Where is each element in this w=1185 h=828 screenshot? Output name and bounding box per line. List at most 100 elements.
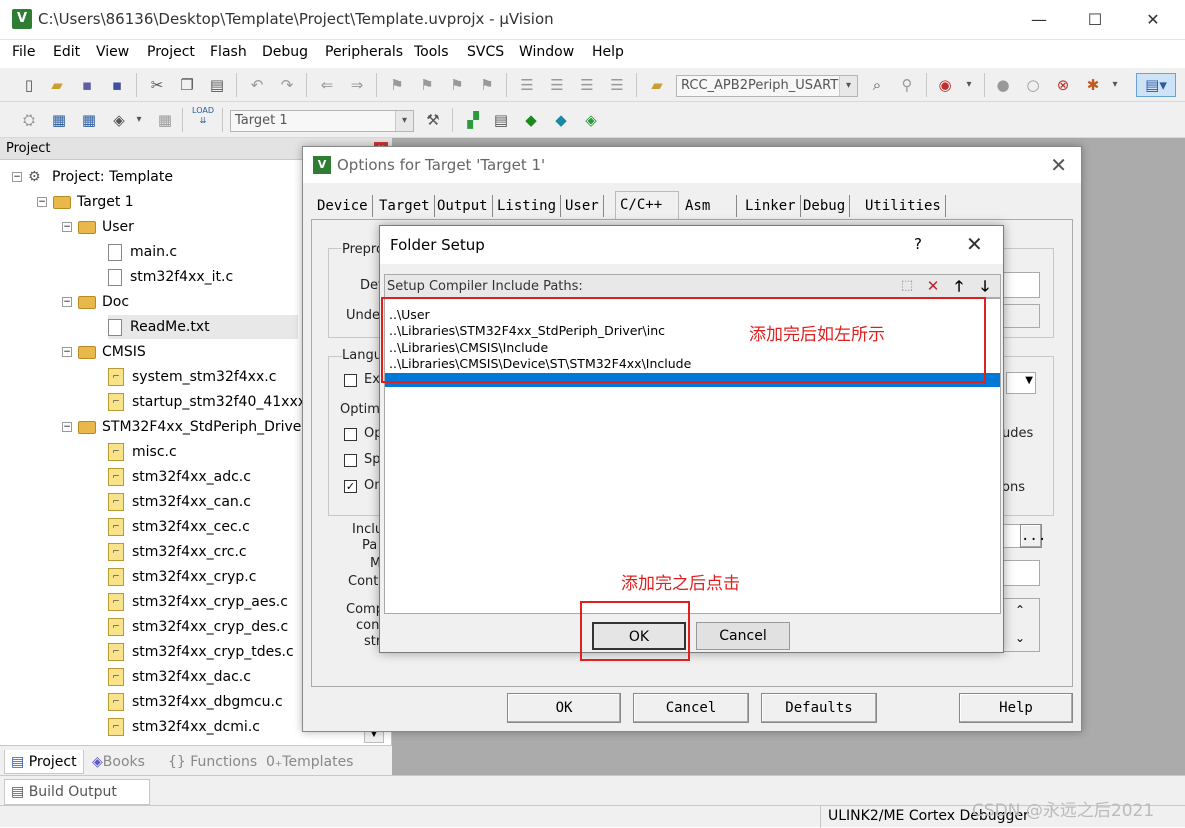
run-time-env-icon[interactable]: ◆ bbox=[550, 109, 572, 131]
menu-view[interactable]: View bbox=[96, 44, 129, 60]
help-icon[interactable]: ? bbox=[914, 235, 922, 253]
window-layout-icon[interactable]: ▤▾ bbox=[1136, 73, 1176, 97]
folder-cancel-button[interactable]: Cancel bbox=[696, 622, 790, 650]
tab-target[interactable]: Target bbox=[375, 195, 435, 217]
tree-file[interactable]: ⌐ stm32f4xx_dcmi.c bbox=[108, 715, 260, 739]
breakpoint-disable-icon[interactable]: ○ bbox=[1022, 74, 1044, 96]
tree-file[interactable]: ⌐ stm32f4xx_can.c bbox=[108, 490, 251, 514]
uncomment-icon[interactable]: ☰ bbox=[606, 74, 628, 96]
tree-file[interactable]: main.c bbox=[108, 240, 177, 264]
tab-books[interactable]: ◈Books bbox=[86, 750, 151, 774]
find-in-files-icon[interactable]: ▰ bbox=[646, 74, 668, 96]
chevron-down-icon[interactable]: ▾ bbox=[128, 109, 150, 131]
tree-file[interactable]: ⌐ stm32f4xx_cryp_tdes.c bbox=[108, 640, 294, 664]
stop-build-icon[interactable]: ▦ bbox=[154, 109, 176, 131]
redo-icon[interactable]: ↷ bbox=[276, 74, 298, 96]
collapse-icon[interactable]: − bbox=[62, 297, 72, 307]
bookmark-clear-icon[interactable]: ⚑ bbox=[476, 74, 498, 96]
tab-cc[interactable]: C/C++ bbox=[615, 191, 679, 219]
tree-file[interactable]: ⌐ stm32f4xx_cec.c bbox=[108, 515, 250, 539]
target-options-icon[interactable]: ⚒ bbox=[422, 109, 444, 131]
menu-file[interactable]: File bbox=[12, 44, 35, 60]
tree-file[interactable]: ⌐ misc.c bbox=[108, 440, 177, 464]
tree-file[interactable]: ⌐ stm32f4xx_cryp_aes.c bbox=[108, 590, 288, 614]
options-defaults-button[interactable]: Defaults bbox=[761, 693, 877, 723]
event-recorder-icon[interactable]: ◈ bbox=[580, 109, 602, 131]
chevron-down-icon[interactable]: ▾ bbox=[839, 76, 857, 96]
tab-build-output[interactable]: ▤ Build Output bbox=[4, 779, 150, 805]
folder-setup-close-button[interactable]: ✕ bbox=[966, 232, 983, 256]
tree-file[interactable]: stm32f4xx_it.c bbox=[108, 265, 233, 289]
define-field[interactable] bbox=[1002, 272, 1040, 298]
misc-controls-field[interactable] bbox=[1002, 560, 1040, 586]
load-icon[interactable]: LOAD ⇊ bbox=[192, 106, 214, 134]
new-file-icon[interactable]: ▯ bbox=[18, 74, 40, 96]
warnings-select[interactable]: ▼ bbox=[1006, 372, 1036, 394]
tree-file[interactable]: ⌐ startup_stm32f40_41xxx.s bbox=[108, 390, 318, 414]
options-ok-button[interactable]: OK bbox=[507, 693, 621, 723]
bookmark-next-icon[interactable]: ⚑ bbox=[446, 74, 468, 96]
tree-project-root[interactable]: − ⚙ Project: Template bbox=[12, 165, 173, 189]
maximize-button[interactable]: ☐ bbox=[1082, 8, 1108, 32]
open-folder-icon[interactable]: ▰ bbox=[46, 74, 68, 96]
tab-asm[interactable]: Asm bbox=[681, 195, 737, 217]
tree-file[interactable]: ⌐ stm32f4xx_adc.c bbox=[108, 465, 251, 489]
optimize-time-checkbox[interactable] bbox=[344, 428, 357, 441]
breakpoint-kill-icon[interactable]: ⊗ bbox=[1052, 74, 1074, 96]
collapse-icon[interactable]: − bbox=[62, 222, 72, 232]
tree-file[interactable]: ⌐ stm32f4xx_dac.c bbox=[108, 665, 251, 689]
comment-icon[interactable]: ☰ bbox=[576, 74, 598, 96]
options-help-button[interactable]: Help bbox=[959, 693, 1073, 723]
target-combo[interactable]: Target 1 ▾ bbox=[230, 110, 414, 132]
browse-include-button[interactable]: ... bbox=[1020, 524, 1046, 548]
scroll-down-icon[interactable]: ⌄ bbox=[1015, 631, 1025, 645]
breakpoint-icon[interactable]: ● bbox=[992, 74, 1014, 96]
menu-svcs[interactable]: SVCS bbox=[467, 44, 504, 60]
chevron-down-icon[interactable]: ▾ bbox=[1104, 74, 1126, 96]
breakpoint-config-icon[interactable]: ✱ bbox=[1082, 74, 1104, 96]
cut-icon[interactable]: ✂ bbox=[146, 74, 168, 96]
move-down-icon[interactable]: 🡓 bbox=[975, 277, 995, 295]
include-paths-field[interactable] bbox=[1002, 524, 1022, 548]
undefine-field[interactable] bbox=[1002, 304, 1040, 328]
find-combo[interactable]: RCC_APB2Periph_USART1 ▾ bbox=[676, 75, 858, 97]
move-up-icon[interactable]: 🡑 bbox=[949, 277, 969, 295]
bookmark-icon[interactable]: ⚑ bbox=[386, 74, 408, 96]
incremental-find-icon[interactable]: ⚲ bbox=[896, 74, 918, 96]
tab-device[interactable]: Device bbox=[313, 195, 373, 217]
minimize-button[interactable]: — bbox=[1026, 8, 1052, 32]
split-sections-checkbox[interactable] bbox=[344, 454, 357, 467]
chevron-down-icon[interactable]: ▾ bbox=[395, 111, 413, 131]
nav-back-icon[interactable]: ⇐ bbox=[316, 74, 338, 96]
tree-group-doc[interactable]: − Doc bbox=[62, 290, 129, 314]
tab-project[interactable]: ▤ Project bbox=[4, 750, 84, 774]
execute-only-checkbox[interactable] bbox=[344, 374, 357, 387]
pack-installer-icon[interactable]: ◆ bbox=[520, 109, 542, 131]
menu-debug[interactable]: Debug bbox=[262, 44, 308, 60]
tab-linker[interactable]: Linker bbox=[741, 195, 801, 217]
tab-functions[interactable]: {} Functions bbox=[162, 750, 263, 774]
tab-debug[interactable]: Debug bbox=[799, 195, 851, 217]
tree-group-user[interactable]: − User bbox=[62, 215, 134, 239]
delete-icon[interactable]: ✕ bbox=[923, 277, 943, 295]
collapse-icon[interactable]: − bbox=[62, 422, 72, 432]
menu-project[interactable]: Project bbox=[147, 44, 195, 60]
tree-file-selected[interactable]: ReadMe.txt bbox=[108, 315, 298, 339]
tree-target[interactable]: − Target 1 bbox=[37, 190, 134, 214]
tab-utilities[interactable]: Utilities bbox=[861, 195, 946, 217]
tree-group-cmsis[interactable]: − CMSIS bbox=[62, 340, 146, 364]
close-button[interactable]: ✕ bbox=[1140, 8, 1166, 32]
tree-file[interactable]: ⌐ stm32f4xx_cryp_des.c bbox=[108, 615, 288, 639]
one-elf-checkbox[interactable]: ✓ bbox=[344, 480, 357, 493]
menu-tools[interactable]: Tools bbox=[414, 44, 449, 60]
tab-listing[interactable]: Listing bbox=[493, 195, 562, 217]
manage-project-items-icon[interactable]: ▞ bbox=[462, 109, 484, 131]
debug-session-icon[interactable]: ◉ bbox=[934, 74, 956, 96]
menu-help[interactable]: Help bbox=[592, 44, 624, 60]
find-icon[interactable]: ⌕ bbox=[866, 74, 888, 96]
menu-flash[interactable]: Flash bbox=[210, 44, 247, 60]
undo-icon[interactable]: ↶ bbox=[246, 74, 268, 96]
tree-file[interactable]: ⌐ stm32f4xx_cryp.c bbox=[108, 565, 256, 589]
paste-icon[interactable]: ▤ bbox=[206, 74, 228, 96]
nav-forward-icon[interactable]: ⇒ bbox=[346, 74, 368, 96]
